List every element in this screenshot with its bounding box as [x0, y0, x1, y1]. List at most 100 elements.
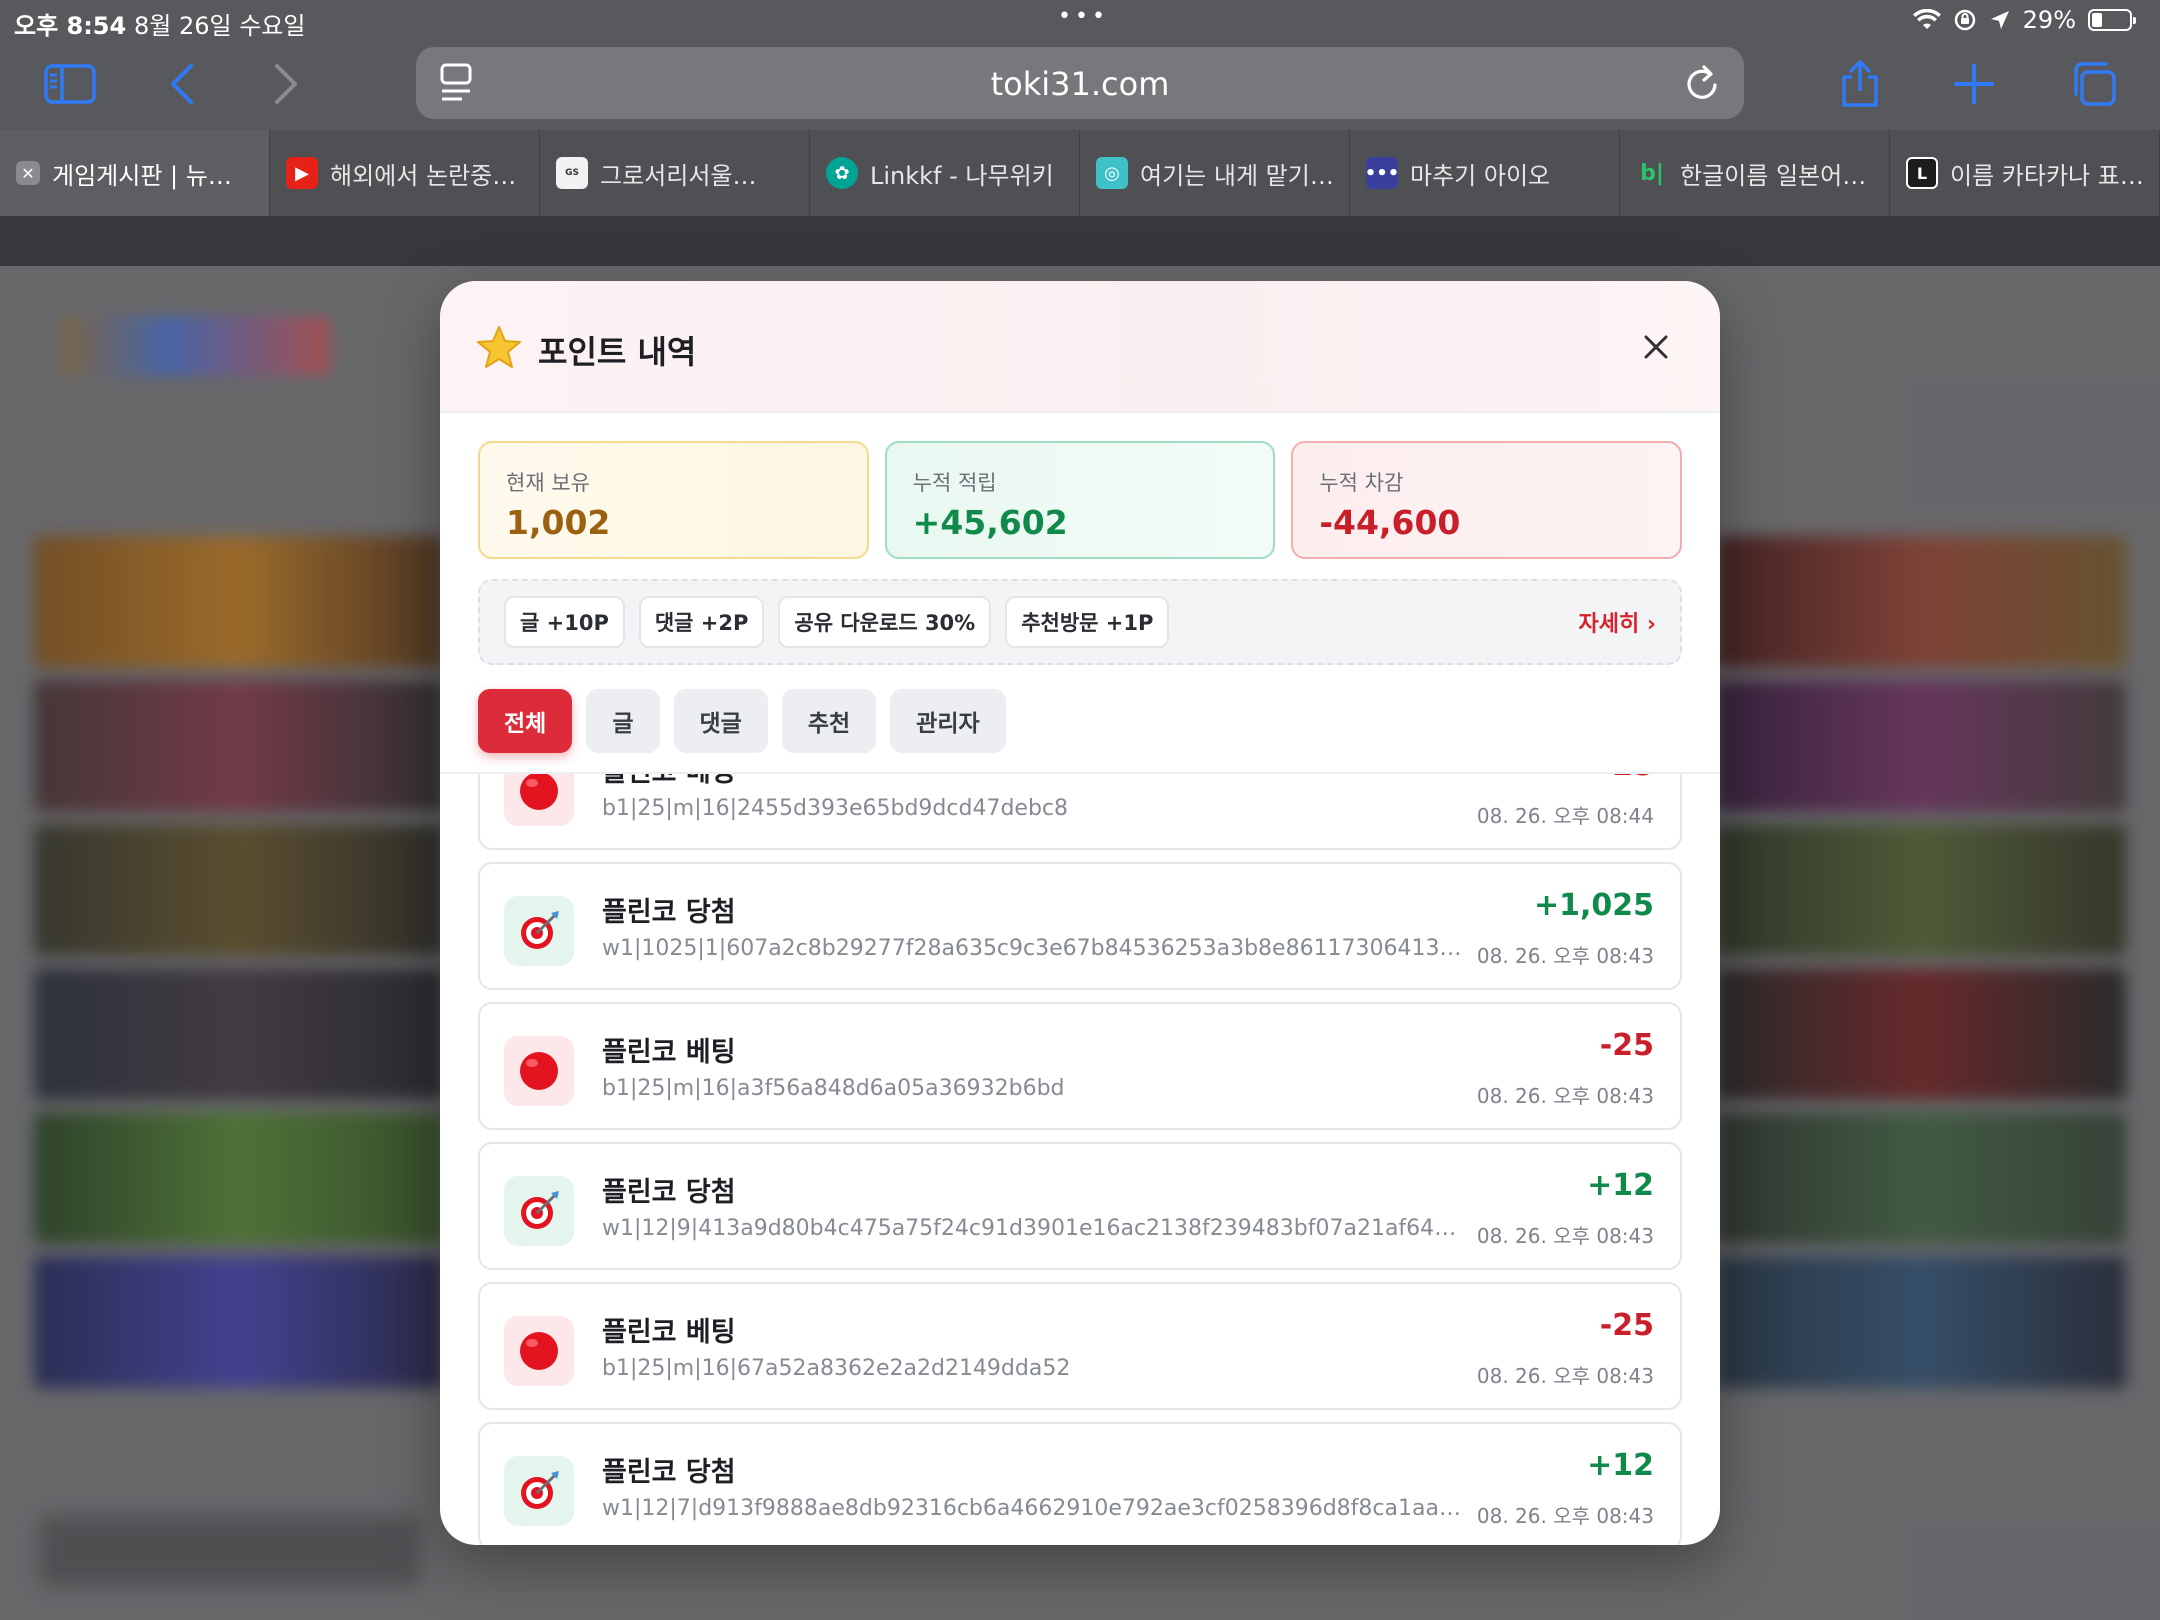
- l-icon: L: [1906, 157, 1938, 189]
- item-amount: -25: [1599, 1308, 1654, 1343]
- item-description: w1|12|7|d913f9888ae8db92316cb6a4662910e7…: [602, 1496, 1462, 1521]
- points-history-modal: 포인트 내역 현재 보유 1,002 누적 적립 +45,602 누적 차감 -…: [440, 281, 1720, 1545]
- youtube-icon: ▶: [286, 157, 318, 189]
- red-circle-icon: [504, 1316, 574, 1386]
- browser-tab[interactable]: L 이름 카타카나 표…: [1890, 130, 2160, 216]
- total-earned-value: +45,602: [912, 503, 1068, 542]
- status-bar: 오후 8:54 8월 26일 수요일 ••• 29%: [0, 0, 2160, 40]
- total-earned-card: 누적 적립 +45,602: [884, 441, 1276, 559]
- grocery-icon: GS: [556, 157, 588, 189]
- address-bar[interactable]: toki31.com: [416, 47, 1744, 119]
- browser-toolbar: toki31.com: [0, 40, 2160, 130]
- stat-label: 누적 차감: [1319, 471, 1404, 495]
- rule-chip: 글 +10P: [504, 596, 625, 648]
- browser-tab[interactable]: ▶ 해외에서 논란중…: [270, 130, 540, 216]
- item-name: 플린코 베팅: [602, 774, 736, 789]
- history-item[interactable]: 플린코 베팅 b1|25|m|16|a3f56a848d6a05a36932b6…: [478, 1002, 1682, 1130]
- browser-tab[interactable]: ••• 마추기 아이오: [1350, 130, 1620, 216]
- item-amount: -25: [1599, 1028, 1654, 1063]
- red-circle-icon: [504, 1036, 574, 1106]
- history-item[interactable]: 플린코 베팅 b1|25|m|16|2455d393e65bd9dcd47deb…: [478, 774, 1682, 850]
- current-points-value: 1,002: [506, 503, 611, 542]
- tab-title: 게임게시판 | 뉴…: [52, 161, 232, 190]
- filter-tabs: 전체 글 댓글 추천 관리자: [478, 689, 1006, 753]
- tab-all[interactable]: 전체: [478, 689, 573, 753]
- target-icon: [504, 1176, 574, 1246]
- total-spent-value: -44,600: [1319, 503, 1461, 542]
- item-description: b1|25|m|16|67a52a8362e2a2d2149dda52: [602, 1356, 1071, 1381]
- browser-tab[interactable]: ✿ Linkkf - 나무위키: [810, 130, 1080, 216]
- item-amount: +12: [1587, 1448, 1654, 1483]
- tab-recommend[interactable]: 추천: [781, 689, 877, 753]
- tab-title: 마추기 아이오: [1410, 161, 1551, 190]
- item-description: w1|1025|1|607a2c8b29277f28a635c9c3e67b84…: [602, 936, 1462, 961]
- tab-posts[interactable]: 글: [586, 689, 660, 753]
- star-icon: [476, 325, 522, 373]
- tab-admin[interactable]: 관리자: [890, 689, 1006, 753]
- battery-icon: [2088, 9, 2136, 31]
- points-history-list[interactable]: 플린코 베팅 b1|25|m|16|2455d393e65bd9dcd47deb…: [440, 774, 1720, 1545]
- sidebar-toggle-icon[interactable]: [40, 54, 100, 114]
- item-description: b1|25|m|16|a3f56a848d6a05a36932b6bd: [602, 1076, 1065, 1101]
- location-icon: [1990, 11, 2009, 29]
- close-icon[interactable]: [1642, 333, 1670, 361]
- new-tab-icon[interactable]: [1944, 54, 2004, 114]
- item-name: 플린코 당첨: [602, 897, 736, 928]
- browser-tab[interactable]: ◎ 여기는 내게 맡기…: [1080, 130, 1350, 216]
- item-timestamp: 08. 26. 오후 08:44: [1476, 804, 1654, 828]
- target-icon: [504, 1456, 574, 1526]
- history-item[interactable]: 플린코 당첨 w1|12|7|d913f9888ae8db92316cb6a46…: [478, 1422, 1682, 1545]
- bl-icon: b|: [1640, 160, 1664, 186]
- forward-icon[interactable]: [256, 54, 316, 114]
- item-name: 플린코 베팅: [602, 1037, 736, 1068]
- history-item[interactable]: 플린코 베팅 b1|25|m|16|67a52a8362e2a2d2149dda…: [478, 1282, 1682, 1410]
- item-name: 플린코 당첨: [602, 1457, 736, 1488]
- item-timestamp: 08. 26. 오후 08:43: [1476, 944, 1654, 968]
- point-rules: 글 +10P 댓글 +2P 공유 다운로드 30% 추천방문 +1P 자세히 ›: [478, 579, 1682, 665]
- namuwiki-icon: ✿: [826, 157, 858, 189]
- browser-tab[interactable]: GS 그로서리서울…: [540, 130, 810, 216]
- item-name: 플린코 당첨: [602, 1177, 736, 1208]
- item-timestamp: 08. 26. 오후 08:43: [1476, 1084, 1654, 1108]
- total-spent-card: 누적 차감 -44,600: [1291, 441, 1683, 559]
- tab-title: Linkkf - 나무위키: [870, 161, 1054, 190]
- tab-title: 그로서리서울…: [600, 161, 757, 190]
- rotation-lock-icon: [1954, 9, 1975, 31]
- item-timestamp: 08. 26. 오후 08:43: [1476, 1364, 1654, 1388]
- history-item[interactable]: 플린코 당첨 w1|12|9|413a9d80b4c475a75f24c91d3…: [478, 1142, 1682, 1270]
- stat-label: 누적 적립: [912, 471, 997, 495]
- history-item[interactable]: 플린코 당첨 w1|1025|1|607a2c8b29277f28a635c9c…: [478, 862, 1682, 990]
- tab-comments[interactable]: 댓글: [673, 689, 768, 753]
- modal-header: 포인트 내역: [440, 281, 1720, 413]
- rule-chip: 댓글 +2P: [638, 596, 765, 648]
- status-date: 8월 26일 수요일: [134, 12, 306, 40]
- tab-title: 이름 카타카나 표…: [1950, 161, 2144, 190]
- url-text[interactable]: toki31.com: [416, 65, 1744, 103]
- tab-strip: ✕ 게임게시판 | 뉴… ▶ 해외에서 논란중… GS 그로서리서울… ✿ Li…: [0, 130, 2160, 216]
- multitasking-dots-icon[interactable]: •••: [1058, 4, 1109, 29]
- reload-icon[interactable]: [1682, 61, 1722, 109]
- item-description: w1|12|9|413a9d80b4c475a75f24c91d3901e16a…: [602, 1216, 1462, 1241]
- item-amount: +1,025: [1533, 888, 1654, 923]
- tab-title: 여기는 내게 맡기…: [1140, 161, 1334, 190]
- share-icon[interactable]: [1830, 54, 1890, 114]
- tab-title: 한글이름 일본어…: [1680, 161, 1867, 190]
- site-icon: ◎: [1096, 157, 1128, 189]
- browser-tab[interactable]: b| 한글이름 일본어…: [1620, 130, 1890, 216]
- item-timestamp: 08. 26. 오후 08:43: [1476, 1224, 1654, 1248]
- browser-tab[interactable]: ✕ 게임게시판 | 뉴…: [0, 130, 270, 216]
- dots-icon: •••: [1365, 157, 1399, 189]
- item-description: b1|25|m|16|2455d393e65bd9dcd47debc8: [602, 796, 1069, 821]
- back-icon[interactable]: [152, 54, 212, 114]
- tabs-overview-icon[interactable]: [2064, 54, 2124, 114]
- stat-label: 현재 보유: [506, 471, 590, 495]
- rule-chip: 추천방문 +1P: [1005, 596, 1170, 648]
- tab-title: 해외에서 논란중…: [330, 161, 517, 190]
- details-link[interactable]: 자세히 ›: [1579, 606, 1656, 638]
- points-summary: 현재 보유 1,002 누적 적립 +45,602 누적 차감 -44,600: [478, 441, 1683, 559]
- wifi-icon: [1912, 9, 1941, 29]
- close-tab-icon[interactable]: ✕: [16, 161, 40, 185]
- rule-chip: 공유 다운로드 30%: [778, 596, 992, 648]
- target-icon: [504, 896, 574, 966]
- status-time: 오후 8:54: [14, 12, 127, 40]
